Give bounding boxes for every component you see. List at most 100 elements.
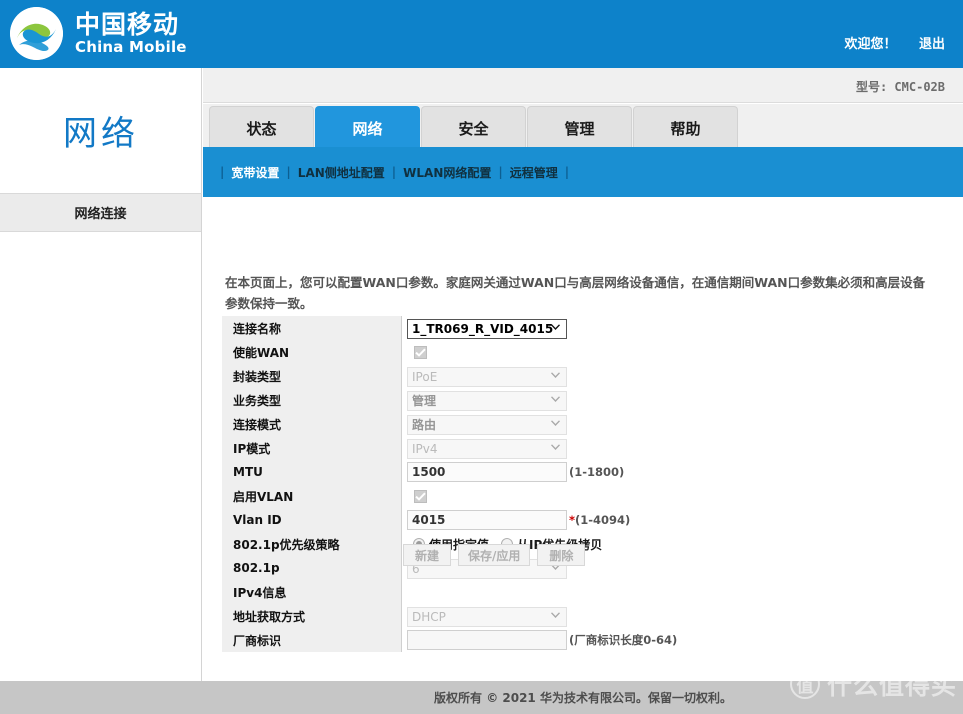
tab-network[interactable]: 网络 <box>315 106 420 149</box>
field-label: 802.1p优先级策略 <box>222 532 402 556</box>
enable-wan-checkbox[interactable] <box>414 345 427 359</box>
logout-link[interactable]: 退出 <box>919 37 945 52</box>
field-label: 厂商标识 <box>222 628 402 652</box>
form-row-connection-name: 连接名称 1_TR069_R_VID_4015 <box>222 316 742 340</box>
field-label: IPv4信息 <box>222 580 402 604</box>
address-acquisition-select[interactable]: DHCP <box>407 606 567 627</box>
copyright-text: 版权所有 © 2021 华为技术有限公司。保留一切权利。 <box>434 691 732 705</box>
vlan-id-range: (1-4094) <box>575 513 631 527</box>
sidebar-item-label: 网络连接 <box>74 207 127 222</box>
field-value: *(1-4094) <box>402 508 742 532</box>
form-row-connection-mode: 连接模式 路由 <box>222 412 742 436</box>
field-value <box>402 484 742 508</box>
field-value: DHCP <box>402 604 742 628</box>
field-value: 路由 <box>402 412 742 436</box>
ip-mode-select[interactable]: IPv4 <box>407 438 567 459</box>
tab-label: 管理 <box>564 119 595 138</box>
welcome-label: 欢迎您！ <box>844 37 897 52</box>
logo: 中国移动 China Mobile <box>10 7 187 60</box>
sidebar-title: 网络 <box>63 114 139 154</box>
field-value <box>402 580 742 604</box>
logo-name-cn: 中国移动 <box>75 10 180 39</box>
field-label: 连接模式 <box>222 412 402 436</box>
vlan-id-hint: *(1-4094) <box>569 513 630 527</box>
connection-mode-select[interactable]: 路由 <box>407 414 567 435</box>
field-label: 802.1p <box>222 556 402 580</box>
form-row-mtu: MTU (1-1800) <box>222 460 742 484</box>
brand-header: 中国移动 China Mobile 欢迎您！ 退出 <box>0 0 963 68</box>
connection-name-select[interactable]: 1_TR069_R_VID_4015 <box>407 318 567 339</box>
vlan-id-input[interactable] <box>407 510 567 530</box>
enable-vlan-checkbox[interactable] <box>414 489 427 503</box>
mtu-input[interactable] <box>407 462 567 482</box>
page-description: 在本页面上，您可以配置WAN口参数。家庭网关通过WAN口与高层网络设备通信，在通… <box>225 275 926 311</box>
field-label: 业务类型 <box>222 388 402 412</box>
field-value <box>402 340 742 364</box>
field-value: IPv4 <box>402 436 742 460</box>
form-row-address-acquisition: 地址获取方式 DHCP <box>222 604 742 628</box>
new-button[interactable]: 新建 <box>403 544 451 566</box>
form-row-ip-mode: IP模式 IPv4 <box>222 436 742 460</box>
vendor-id-hint: (厂商标识长度0-64) <box>569 633 678 647</box>
footer-left-filler <box>0 681 203 714</box>
subnav-item-lan-address-config[interactable]: LAN侧地址配置 <box>298 164 385 181</box>
service-type-select[interactable]: 管理 <box>407 390 567 411</box>
form-row-vendor-id: 厂商标识 (厂商标识长度0-64) <box>222 628 742 652</box>
connection-name-select-wrap: 1_TR069_R_VID_4015 <box>407 318 567 339</box>
vendor-id-input[interactable] <box>407 630 567 650</box>
sidebar: 网络 网络连接 <box>0 68 202 714</box>
form-row-encapsulation-type: 封装类型 IPoE <box>222 364 742 388</box>
service-type-select-wrap: 管理 <box>407 390 567 411</box>
form-row-service-type: 业务类型 管理 <box>222 388 742 412</box>
tab-label: 安全 <box>458 119 489 138</box>
field-value: 1_TR069_R_VID_4015 <box>402 316 742 340</box>
nav-separator: | <box>498 165 503 179</box>
model-number: 型号: CMC-02B <box>855 80 945 94</box>
nav-separator: | <box>220 165 225 179</box>
primary-tabs: 状态 网络 安全 管理 帮助 <box>203 104 963 149</box>
field-label: IP模式 <box>222 436 402 460</box>
form-row-enable-wan: 使能WAN <box>222 340 742 364</box>
content-panel: 在本页面上，您可以配置WAN口参数。家庭网关通过WAN口与高层网络设备通信，在通… <box>203 197 963 686</box>
mtu-hint: (1-1800) <box>569 465 625 479</box>
nav-separator: | <box>564 165 570 179</box>
encapsulation-type-select-wrap: IPoE <box>407 366 567 387</box>
nav-separator: | <box>391 165 397 179</box>
nav-separator: | <box>286 165 291 179</box>
tab-label: 状态 <box>246 119 277 138</box>
delete-button[interactable]: 删除 <box>537 544 586 566</box>
form-actions: 新建 保存/应用 删除 <box>403 544 586 566</box>
subnav-item-wlan-network-config[interactable]: WLAN网络配置 <box>403 164 491 181</box>
subnav-item-broadband-settings[interactable]: 宽带设置 <box>231 164 279 181</box>
wan-config-form: 连接名称 1_TR069_R_VID_4015 使能WAN 封装类型 IPoE … <box>222 316 742 652</box>
secondary-nav: | 宽带设置 | LAN侧地址配置 | WLAN网络配置 | 远程管理 | <box>203 147 963 197</box>
tab-status[interactable]: 状态 <box>209 106 314 149</box>
form-row-enable-vlan: 启用VLAN <box>222 484 742 508</box>
sidebar-item-network-connection[interactable]: 网络连接 <box>0 194 201 232</box>
field-label: 地址获取方式 <box>222 604 402 628</box>
subnav-item-remote-management[interactable]: 远程管理 <box>510 164 558 181</box>
field-label: Vlan ID <box>222 508 402 532</box>
field-label: MTU <box>222 460 402 484</box>
field-value: (厂商标识长度0-64) <box>402 628 742 652</box>
field-value: (1-1800) <box>402 460 742 484</box>
form-row-ipv4-info: IPv4信息 <box>222 580 742 604</box>
save-apply-button[interactable]: 保存/应用 <box>458 544 531 566</box>
field-label: 连接名称 <box>222 316 402 340</box>
router-admin-page: 中国移动 China Mobile 欢迎您！ 退出 网络 网络连接 型号: CM… <box>0 0 963 714</box>
model-bar: 型号: CMC-02B <box>203 68 963 103</box>
field-label: 封装类型 <box>222 364 402 388</box>
tab-security[interactable]: 安全 <box>421 106 526 149</box>
connection-mode-select-wrap: 路由 <box>407 414 567 435</box>
tab-label: 帮助 <box>670 119 701 138</box>
field-value: 管理 <box>402 388 742 412</box>
field-label: 启用VLAN <box>222 484 402 508</box>
header-account-area: 欢迎您！ 退出 <box>826 33 945 52</box>
tab-management[interactable]: 管理 <box>527 106 632 149</box>
tab-help[interactable]: 帮助 <box>633 106 738 149</box>
encapsulation-type-select[interactable]: IPoE <box>407 366 567 387</box>
address-acquisition-select-wrap: DHCP <box>407 606 567 627</box>
field-label: 使能WAN <box>222 340 402 364</box>
field-value: IPoE <box>402 364 742 388</box>
page-footer: 版权所有 © 2021 华为技术有限公司。保留一切权利。 <box>203 681 963 714</box>
